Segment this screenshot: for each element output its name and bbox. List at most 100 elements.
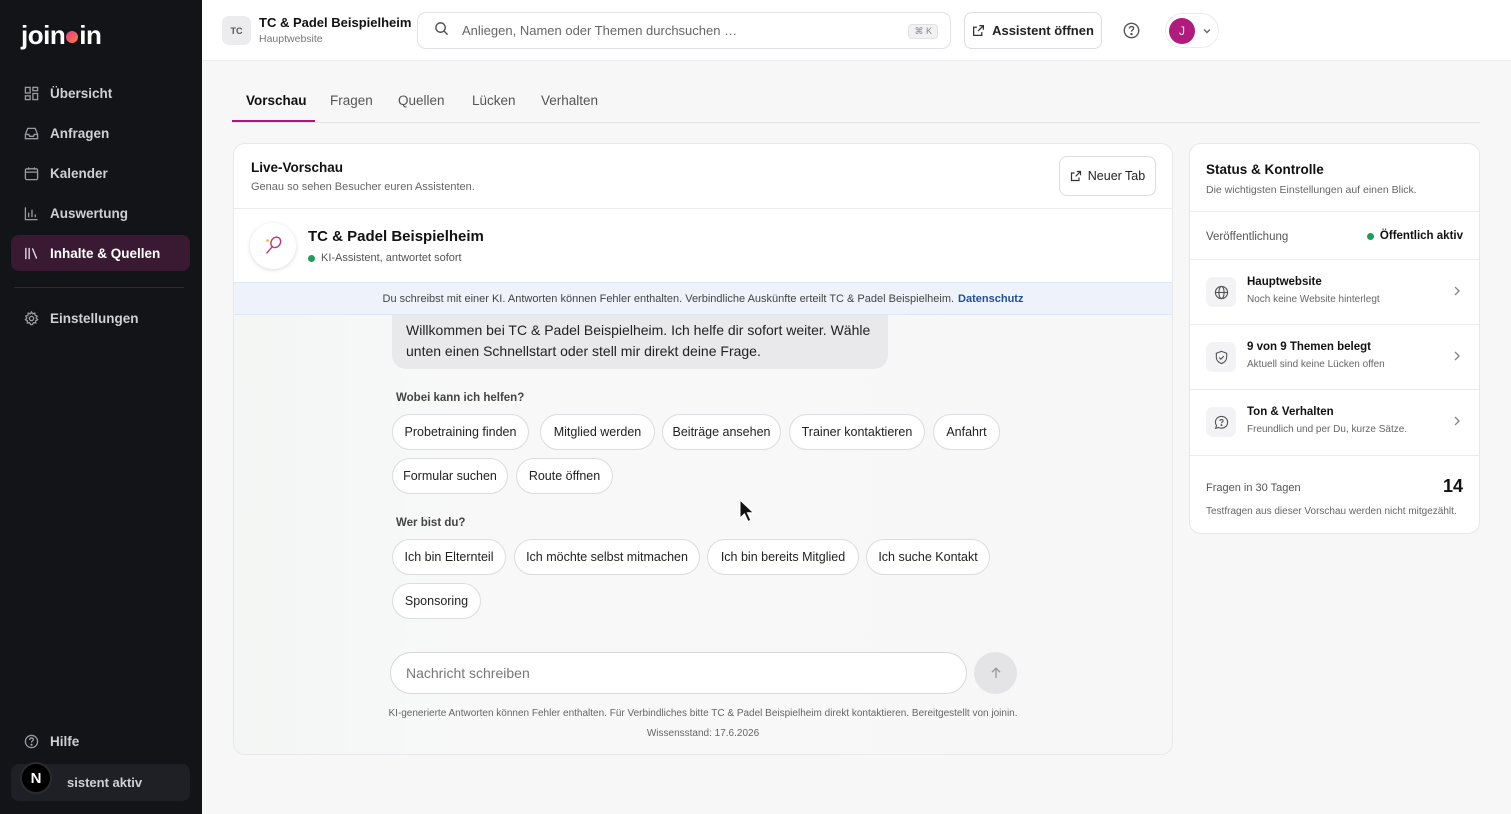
ai-notice-banner: Du schreibst mit einer KI. Antworten kön… <box>234 282 1172 315</box>
chevron-down-icon <box>1202 26 1212 36</box>
chip-probetraining[interactable]: Probetraining finden <box>392 414 529 450</box>
ai-notice-text: Du schreibst mit einer KI. Antworten kön… <box>382 292 955 305</box>
search-input[interactable]: Anliegen, Namen oder Themen durchsuchen … <box>417 12 951 49</box>
sidebar-divider <box>14 287 184 288</box>
questions-count: 14 <box>1442 476 1463 496</box>
help-circle-icon <box>23 733 39 749</box>
new-tab-label: Neuer Tab <box>1087 169 1146 183</box>
status-item-hauptwebsite[interactable]: Hauptwebsite Noch keine Website hinterle… <box>1190 260 1479 324</box>
chip-anfahrt[interactable]: Anfahrt <box>933 414 1000 450</box>
status-item-subtitle: Noch keine Website hinterlegt <box>1247 294 1380 305</box>
send-button[interactable] <box>974 652 1017 694</box>
sidebar-item-inhalte-quellen[interactable]: Inhalte & Quellen <box>11 235 190 271</box>
chart-icon <box>23 205 39 221</box>
tab-quellen[interactable]: Quellen <box>398 93 445 108</box>
open-assistant-button[interactable]: Assistent öffnen <box>964 12 1102 49</box>
tab-verhalten[interactable]: Verhalten <box>541 93 598 108</box>
external-link-icon <box>1070 170 1082 182</box>
sidebar-item-label: Auswertung <box>50 205 129 221</box>
sidebar-item-label: Anfragen <box>50 125 110 141</box>
sidebar-item-einstellungen[interactable]: Einstellungen <box>11 300 190 336</box>
calendar-icon <box>23 165 39 181</box>
tennis-racket-icon <box>250 223 296 269</box>
mouse-cursor-icon <box>739 498 755 528</box>
bot-status-text: KI-Assistent, antwortet sofort <box>321 252 462 264</box>
sidebar-item-uebersicht[interactable]: Übersicht <box>11 75 190 111</box>
questions-label: Fragen in 30 Tagen <box>1206 482 1301 494</box>
chevron-right-icon <box>1453 350 1461 362</box>
status-item-subtitle: Freundlich und per Du, kurze Sätze. <box>1247 424 1408 435</box>
top-header: TC TC & Padel Beispielheim Hauptwebsite … <box>202 0 1511 61</box>
privacy-link[interactable]: Datenschutz <box>958 293 1023 305</box>
knowledge-date: Wissensstand: 17.6.2026 <box>646 728 760 739</box>
shield-check-icon <box>1206 342 1236 372</box>
online-dot-icon <box>308 254 315 262</box>
tab-luecken[interactable]: Lücken <box>472 93 516 108</box>
chip-sponsoring[interactable]: Sponsoring <box>392 583 481 619</box>
logo-text-left: join <box>21 20 66 50</box>
chip-trainer[interactable]: Trainer kontaktieren <box>789 414 925 450</box>
chip-elternteil[interactable]: Ich bin Elternteil <box>392 539 506 575</box>
search-icon <box>434 21 449 41</box>
sidebar-item-hilfe[interactable]: Hilfe <box>11 723 190 759</box>
disclaimer-text: KI-generierte Antworten können Fehler en… <box>388 708 1018 719</box>
library-icon <box>23 245 39 261</box>
globe-icon <box>1206 277 1236 307</box>
org-badge[interactable]: TC <box>222 16 251 45</box>
status-item-title: Ton & Verhalten <box>1247 406 1334 418</box>
chip-beitraege[interactable]: Beiträge ansehen <box>662 414 781 450</box>
help-section-label: Wobei kann ich helfen? <box>396 392 525 404</box>
preview-subtitle: Genau so sehen Besucher euren Assistente… <box>251 181 475 193</box>
arrow-up-icon <box>991 667 1000 678</box>
bot-name: TC & Padel Beispielheim <box>308 228 484 245</box>
new-tab-button[interactable]: Neuer Tab <box>1059 156 1156 196</box>
tab-vorschau[interactable]: Vorschau <box>246 93 307 108</box>
status-item-themen[interactable]: 9 von 9 Themen belegt Aktuell sind keine… <box>1190 325 1479 389</box>
gear-icon <box>23 310 39 326</box>
help-icon[interactable] <box>1122 21 1140 39</box>
open-assistant-label: Assistent öffnen <box>992 23 1094 38</box>
tab-fragen[interactable]: Fragen <box>330 93 373 108</box>
chip-bereits-mitglied[interactable]: Ich bin bereits Mitglied <box>707 539 859 575</box>
live-preview-card: Live-Vorschau Genau so sehen Besucher eu… <box>233 143 1173 755</box>
assistant-status-text: sistent aktiv <box>67 775 143 790</box>
joinin-logo[interactable]: join in <box>21 20 102 51</box>
tab-bar: Vorschau Fragen Quellen Lücken Verhalten <box>232 86 1480 123</box>
user-menu[interactable]: J <box>1165 13 1219 48</box>
sidebar-item-label: Kalender <box>50 165 108 181</box>
sidebar-item-label: Hilfe <box>50 733 80 749</box>
sidebar-item-label: Übersicht <box>50 85 113 101</box>
n-badge[interactable]: N <box>20 762 52 794</box>
org-name[interactable]: TC & Padel Beispielheim <box>259 15 411 30</box>
sidebar-item-auswertung[interactable]: Auswertung <box>11 195 190 231</box>
chip-mitmachen[interactable]: Ich möchte selbst mitmachen <box>514 539 700 575</box>
status-control-card: Status & Kontrolle Die wichtigsten Einst… <box>1189 143 1480 534</box>
chip-mitglied-werden[interactable]: Mitglied werden <box>540 414 655 450</box>
sidebar-item-label: Inhalte & Quellen <box>50 245 161 261</box>
status-item-title: 9 von 9 Themen belegt <box>1247 341 1371 353</box>
logo-dot-icon <box>66 31 79 43</box>
status-subtitle: Die wichtigsten Einstellungen auf einen … <box>1206 184 1417 196</box>
chip-kontakt[interactable]: Ich suche Kontakt <box>866 539 990 575</box>
chip-formular[interactable]: Formular suchen <box>392 458 508 494</box>
inbox-icon <box>23 125 39 141</box>
publication-label: Veröffentlichung <box>1206 231 1289 243</box>
status-item-subtitle: Aktuell sind keine Lücken offen <box>1247 359 1385 370</box>
sidebar-item-anfragen[interactable]: Anfragen <box>11 115 190 151</box>
message-input[interactable]: Nachricht schreiben <box>390 652 967 694</box>
sidebar-item-label: Einstellungen <box>50 310 139 326</box>
bot-header: TC & Padel Beispielheim KI-Assistent, an… <box>234 209 1172 282</box>
sidebar-item-kalender[interactable]: Kalender <box>11 155 190 191</box>
welcome-message: Willkommen bei TC & Padel Beispielheim. … <box>392 315 888 369</box>
chat-question-icon <box>1206 407 1236 437</box>
chevron-right-icon <box>1453 415 1461 427</box>
chip-route[interactable]: Route öffnen <box>516 458 613 494</box>
avatar: J <box>1169 17 1195 44</box>
status-item-ton-verhalten[interactable]: Ton & Verhalten Freundlich und per Du, k… <box>1190 390 1479 454</box>
status-divider <box>1190 455 1479 456</box>
publication-value: Öffentlich aktiv <box>1379 230 1463 242</box>
logo-text-right: in <box>79 20 102 50</box>
status-item-title: Hauptwebsite <box>1247 276 1322 288</box>
preview-title: Live-Vorschau <box>251 160 344 175</box>
status-title: Status & Kontrolle <box>1206 162 1324 177</box>
